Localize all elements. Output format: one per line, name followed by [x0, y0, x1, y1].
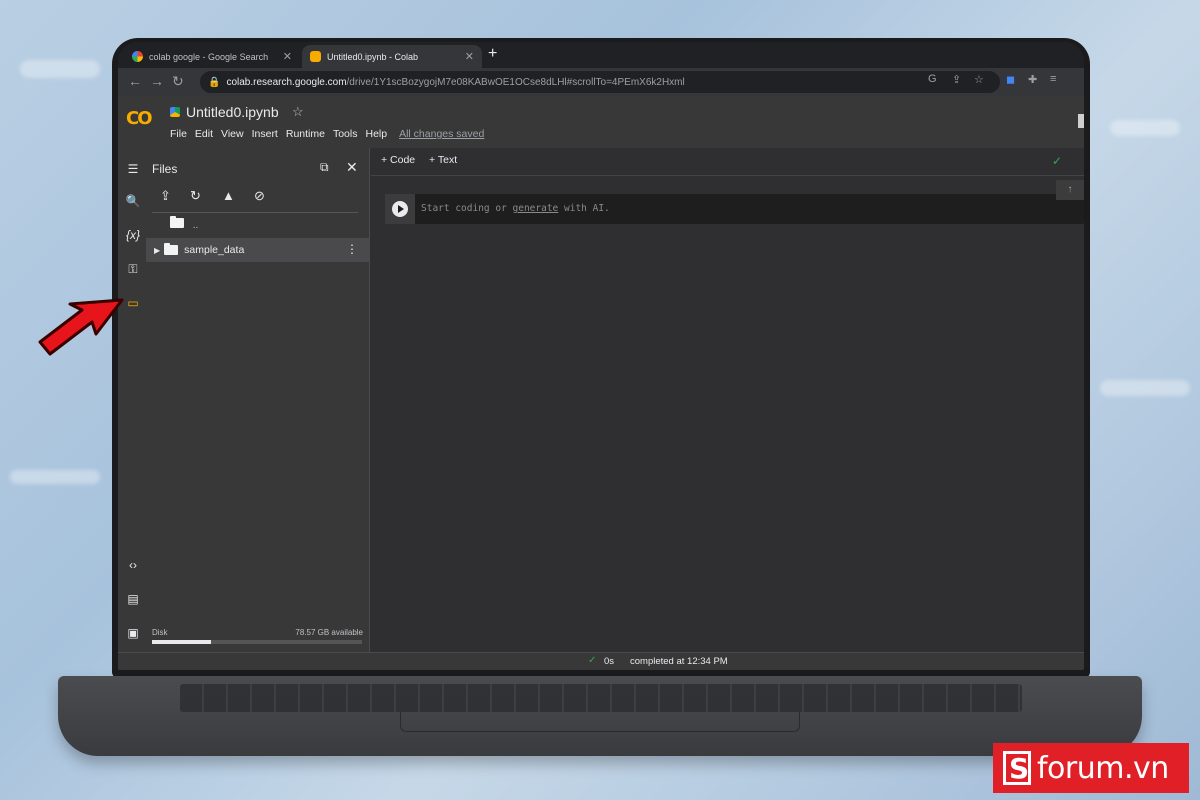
forward-icon[interactable]: →: [150, 73, 164, 89]
notebook-area: + Code + Text ✓ Start coding or generate…: [371, 148, 1084, 652]
menu-view[interactable]: View: [221, 128, 244, 140]
laptop-trackpad: [400, 712, 800, 732]
disk-label: Disk: [152, 628, 168, 637]
add-code-button[interactable]: + Code: [381, 154, 415, 166]
tab-title: colab google - Google Search: [149, 51, 269, 62]
code-cell[interactable]: Start coding or generate with AI. ↑: [385, 180, 1084, 224]
files-panel: Files ⧉ ✕ ⇪ ↻ ▲ ⊘ .. ▶ sample_data ⋮ Dis…: [146, 148, 370, 652]
code-snippets-icon[interactable]: ‹›: [124, 558, 142, 572]
menu-edit[interactable]: Edit: [195, 128, 213, 140]
bookmark-star-icon[interactable]: ☆: [974, 73, 984, 86]
menu-file[interactable]: File: [170, 128, 187, 140]
command-palette-icon[interactable]: ▤: [124, 592, 142, 606]
url-field[interactable]: 🔒 colab.research.google.com /drive/1Y1sc…: [200, 71, 1000, 93]
disk-usage-bar: [152, 640, 362, 644]
close-icon[interactable]: ✕: [465, 50, 474, 63]
refresh-icon[interactable]: ↻: [190, 188, 201, 204]
secrets-key-icon[interactable]: ⚿: [124, 262, 142, 277]
tab-google-search[interactable]: colab google - Google Search ✕: [124, 45, 300, 68]
google-lens-icon[interactable]: G: [928, 73, 937, 85]
browser-tab-bar: colab google - Google Search ✕ Untitled0…: [118, 42, 1084, 68]
star-icon[interactable]: ☆: [292, 104, 304, 120]
colab-header: CO Untitled0.ipynb ☆ File Edit View Inse…: [118, 96, 1084, 148]
save-status[interactable]: All changes saved: [399, 128, 484, 140]
success-check-icon: ✓: [588, 655, 597, 666]
placeholder-text: Start coding or: [421, 203, 513, 214]
variables-icon[interactable]: {x}: [124, 228, 142, 242]
menu-insert[interactable]: Insert: [252, 128, 278, 140]
search-icon[interactable]: 🔍: [124, 194, 142, 208]
disk-available: 78.57 GB available: [295, 628, 363, 637]
parent-directory-label: ..: [192, 220, 199, 231]
file-name: sample_data: [184, 244, 245, 256]
header-overflow-edge: [1078, 114, 1084, 128]
reload-icon[interactable]: ↻: [172, 73, 184, 90]
notebook-toolbar: + Code + Text ✓: [371, 148, 1084, 176]
cell-placeholder[interactable]: Start coding or generate with AI.: [421, 203, 610, 214]
lock-icon: 🔒: [208, 76, 221, 88]
share-icon[interactable]: ⇪: [952, 73, 961, 86]
menu-help[interactable]: Help: [365, 128, 387, 140]
back-icon[interactable]: ←: [128, 73, 142, 89]
status-bar: ✓ 0s completed at 12:34 PM: [118, 652, 1084, 670]
file-row-sample-data[interactable]: ▶ sample_data ⋮: [146, 238, 370, 262]
tab-colab[interactable]: Untitled0.ipynb - Colab ✕: [302, 45, 482, 68]
left-sidebar-rail: ☰ 🔍 {x} ⚿ ▭ ‹› ▤ ▣: [118, 148, 146, 652]
move-cell-up-icon[interactable]: ↑: [1056, 180, 1084, 200]
menu-runtime[interactable]: Runtime: [286, 128, 325, 140]
status-elapsed: 0s: [604, 656, 615, 667]
close-icon[interactable]: ✕: [283, 50, 292, 63]
generate-link[interactable]: generate: [513, 203, 559, 214]
upload-file-icon[interactable]: ⇪: [160, 188, 171, 204]
background-stroke: [20, 60, 100, 78]
disk-usage-fill: [152, 640, 211, 644]
laptop-screen: colab google - Google Search ✕ Untitled0…: [118, 42, 1084, 670]
url-host: colab.research.google.com: [226, 76, 347, 88]
files-panel-title: Files: [152, 162, 178, 176]
placeholder-text: with AI.: [558, 203, 610, 214]
mount-drive-icon[interactable]: ▲: [222, 188, 235, 203]
menu-bar: File Edit View Insert Runtime Tools Help…: [170, 128, 484, 140]
folder-icon: [164, 243, 179, 255]
watermark-text: forum.vn: [1037, 750, 1169, 786]
divider: [152, 212, 358, 213]
new-tab-button[interactable]: +: [488, 45, 497, 63]
parent-directory-row[interactable]: ..: [166, 216, 199, 231]
url-path: /drive/1Y1scBozygojM7e08KABwOE1OCse8dLHl…: [346, 76, 685, 88]
background-stroke: [10, 470, 100, 484]
red-pointer-arrow-icon: [38, 298, 124, 356]
connected-check-icon[interactable]: ✓: [1052, 154, 1062, 168]
colab-icon: [310, 51, 321, 62]
tab-title: Untitled0.ipynb - Colab: [327, 51, 419, 62]
colab-logo[interactable]: CO: [126, 108, 160, 130]
puzzle-icon[interactable]: ✚: [1028, 73, 1037, 86]
background-stroke: [1100, 380, 1190, 396]
forum-watermark: forum.vn: [993, 743, 1189, 793]
reading-list-icon[interactable]: ≡: [1050, 73, 1056, 85]
add-text-button[interactable]: + Text: [429, 154, 457, 166]
status-message[interactable]: completed at 12:34 PM: [630, 656, 728, 667]
run-play-icon[interactable]: [392, 201, 408, 217]
more-options-icon[interactable]: ⋮: [346, 242, 358, 256]
sforum-logo-icon: [1003, 751, 1031, 785]
table-of-contents-icon[interactable]: ☰: [124, 162, 142, 176]
browser-address-bar: ← → ↻ 🔒 colab.research.google.com /drive…: [118, 68, 1084, 96]
terminal-icon[interactable]: ▣: [124, 626, 142, 640]
notebook-title[interactable]: Untitled0.ipynb: [186, 104, 279, 120]
open-folder-icon: [170, 216, 184, 228]
extension-icon[interactable]: ◼: [1006, 73, 1015, 86]
background-stroke: [1110, 120, 1180, 136]
run-cell-area: [385, 194, 415, 224]
google-icon: [132, 51, 143, 62]
close-icon[interactable]: ✕: [346, 159, 358, 176]
google-drive-icon: [170, 107, 180, 117]
hide-files-icon[interactable]: ⊘: [254, 188, 265, 204]
laptop-keyboard: [180, 684, 1022, 712]
expand-chevron-icon[interactable]: ▶: [154, 246, 160, 255]
open-in-tab-icon[interactable]: ⧉: [320, 160, 329, 175]
menu-tools[interactable]: Tools: [333, 128, 358, 140]
